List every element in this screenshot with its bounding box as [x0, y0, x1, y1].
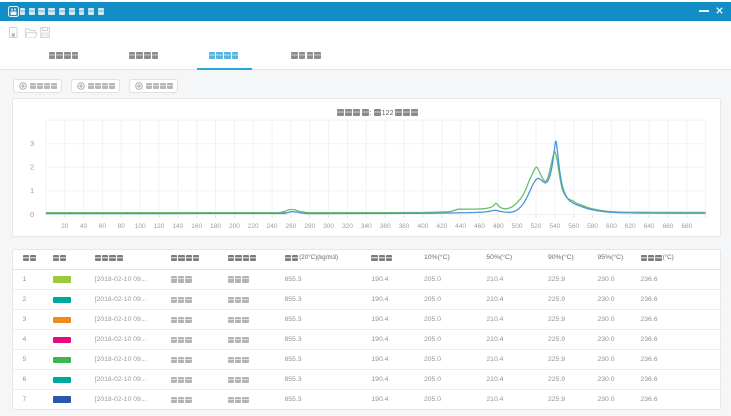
svg-text:40: 40: [80, 223, 88, 230]
svg-text:440: 440: [455, 223, 466, 230]
svg-text:680: 680: [681, 223, 692, 230]
svg-text:540: 540: [549, 223, 560, 230]
svg-text:200: 200: [229, 223, 240, 230]
svg-text:400: 400: [417, 223, 428, 230]
svg-text:140: 140: [172, 223, 183, 230]
svg-text:640: 640: [644, 223, 655, 230]
svg-text:3: 3: [30, 141, 34, 148]
svg-text:0: 0: [30, 212, 34, 219]
svg-text:260: 260: [285, 223, 296, 230]
svg-text:360: 360: [380, 223, 391, 230]
svg-text:60: 60: [99, 223, 107, 230]
svg-text:340: 340: [361, 223, 372, 230]
svg-text:2: 2: [30, 165, 34, 172]
svg-text:160: 160: [191, 223, 202, 230]
svg-text:500: 500: [512, 223, 523, 230]
svg-text:460: 460: [474, 223, 485, 230]
svg-text:300: 300: [323, 223, 334, 230]
svg-text:100: 100: [135, 223, 146, 230]
svg-text:380: 380: [399, 223, 410, 230]
svg-text:660: 660: [662, 223, 673, 230]
svg-text:580: 580: [587, 223, 598, 230]
svg-text:220: 220: [248, 223, 259, 230]
svg-text:1: 1: [30, 188, 34, 195]
svg-text:620: 620: [625, 223, 636, 230]
svg-text:80: 80: [118, 223, 126, 230]
svg-text:560: 560: [568, 223, 579, 230]
svg-text:600: 600: [606, 223, 617, 230]
svg-text:180: 180: [210, 223, 221, 230]
svg-text:320: 320: [342, 223, 353, 230]
svg-text:20: 20: [61, 223, 69, 230]
svg-text:240: 240: [267, 223, 278, 230]
svg-text:480: 480: [493, 223, 504, 230]
svg-text:420: 420: [436, 223, 447, 230]
svg-text:120: 120: [154, 223, 165, 230]
svg-text:520: 520: [531, 223, 542, 230]
svg-text:280: 280: [304, 223, 315, 230]
